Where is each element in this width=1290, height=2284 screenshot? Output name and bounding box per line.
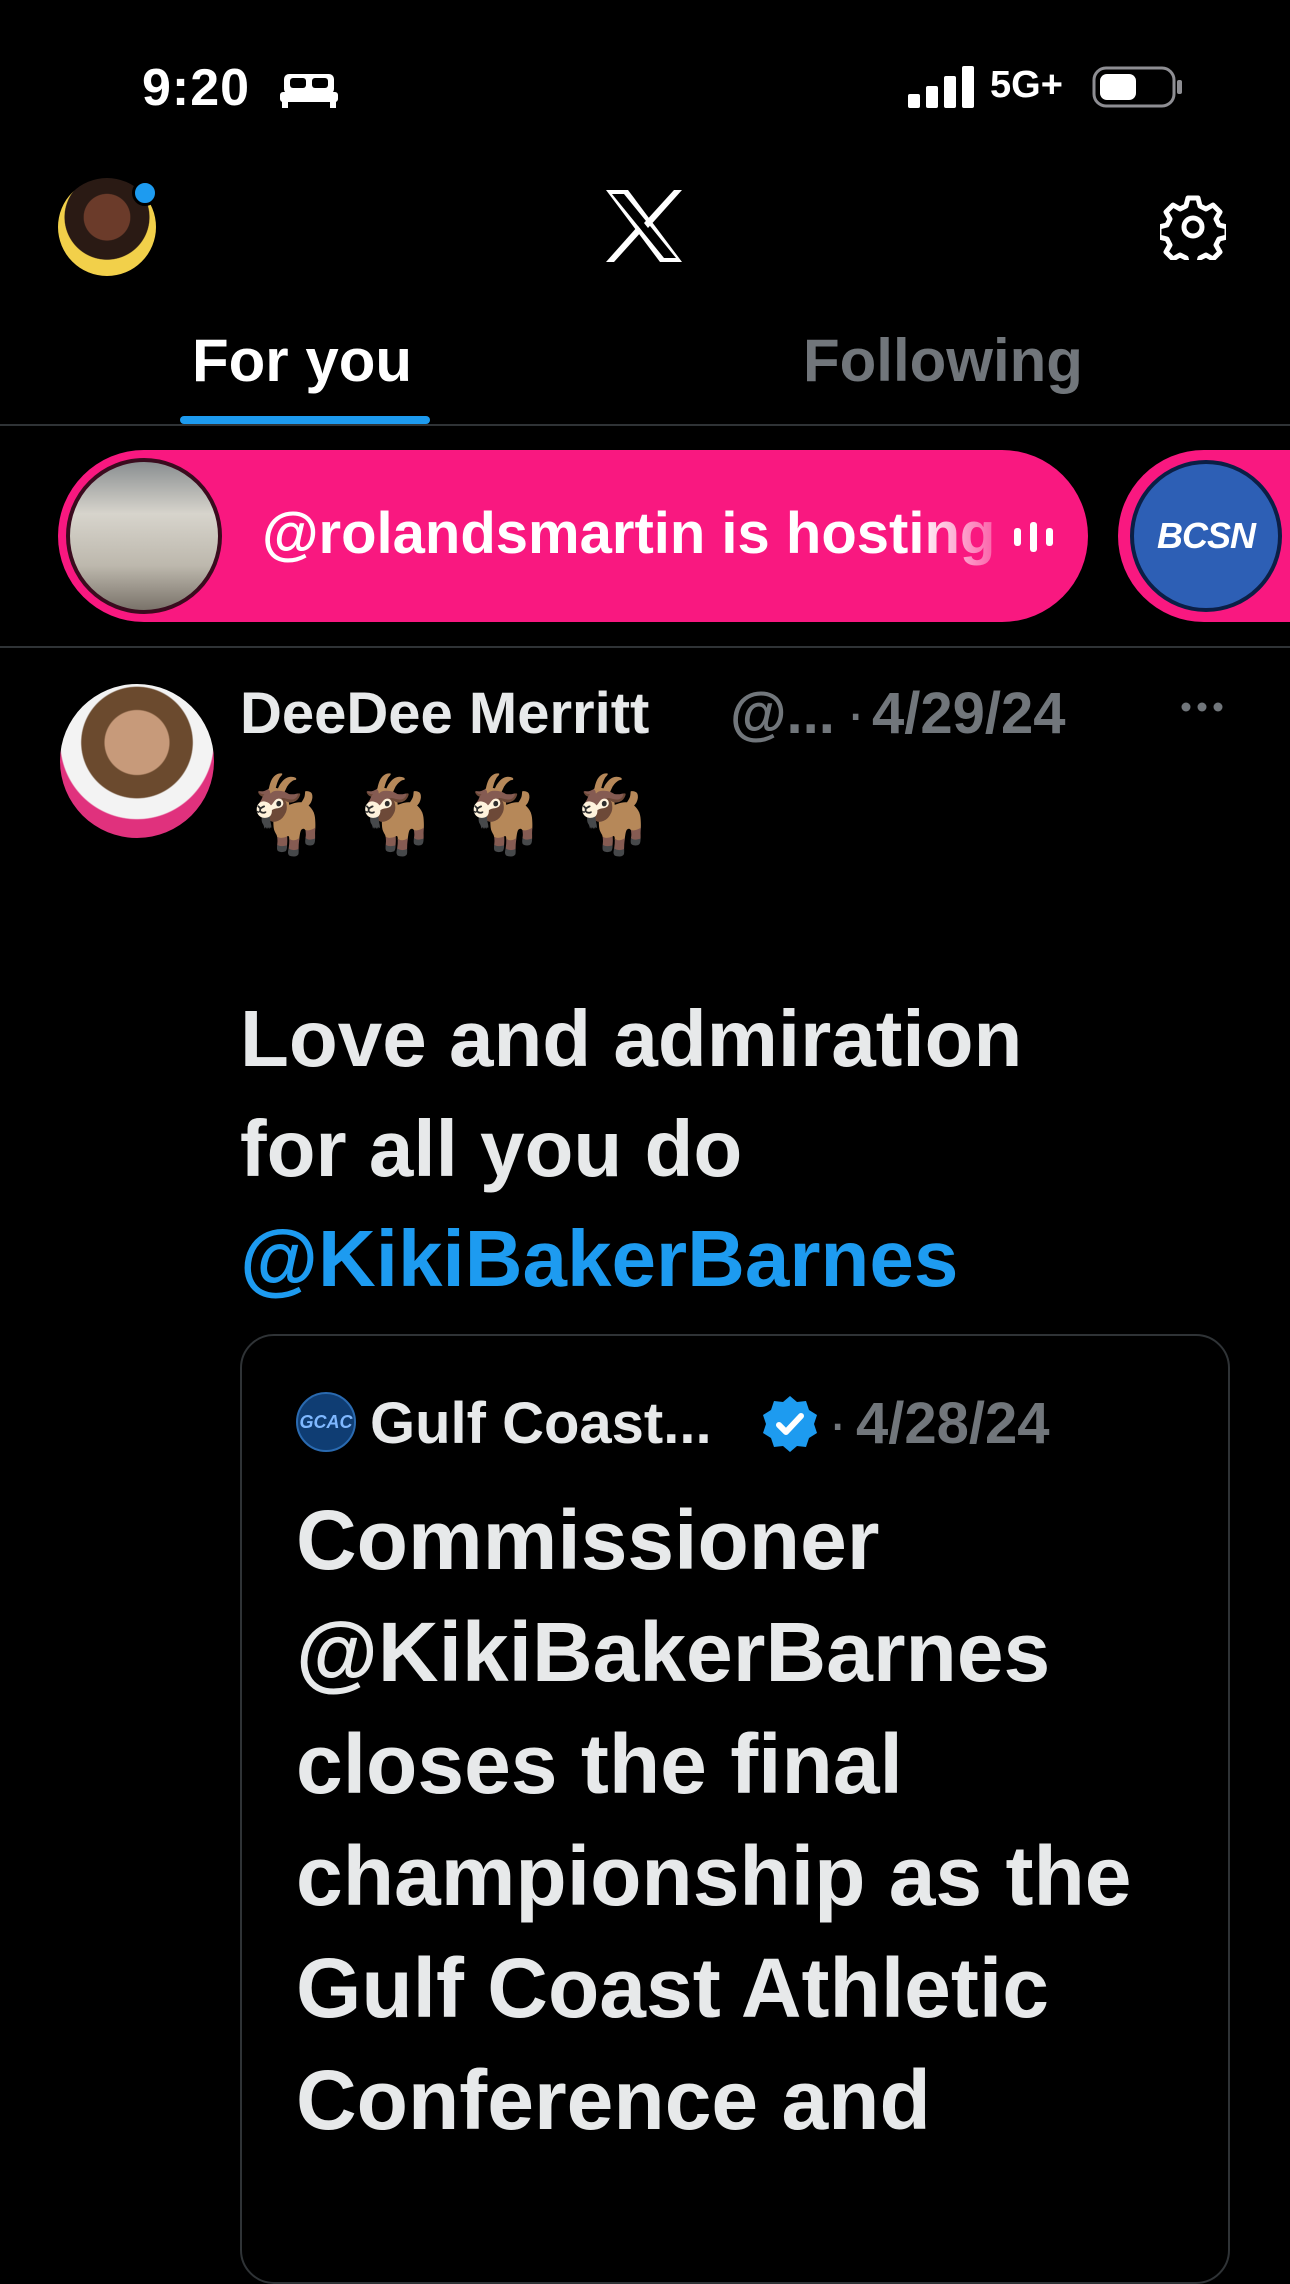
sleep-focus-icon xyxy=(280,74,338,108)
mention-link[interactable]: @KikiBakerBarnes xyxy=(240,1204,1160,1314)
author-avatar[interactable] xyxy=(60,684,214,838)
battery-icon xyxy=(1092,66,1182,108)
author-name[interactable]: DeeDee Merritt xyxy=(240,680,649,747)
bcsn-logo[interactable]: BCSN xyxy=(1130,460,1282,612)
quote-author-name[interactable]: Gulf Coast... xyxy=(370,1390,712,1457)
more-options-icon[interactable] xyxy=(1180,700,1224,714)
quote-date[interactable]: 4/28/24 xyxy=(856,1390,1050,1457)
tweet-emoji: 🐐🐐🐐🐐 xyxy=(240,773,675,858)
tweet-date[interactable]: 4/29/24 xyxy=(872,680,1066,747)
separator-dot: · xyxy=(846,681,866,746)
author-handle[interactable]: @... xyxy=(730,680,835,747)
settings-gear-icon[interactable] xyxy=(1160,194,1226,260)
notification-dot xyxy=(132,180,158,206)
quote-author-avatar[interactable]: GCAC xyxy=(296,1392,356,1452)
separator-dot: · xyxy=(828,1391,848,1456)
status-time: 9:20 xyxy=(142,59,251,117)
verified-badge-icon xyxy=(763,1396,817,1452)
divider xyxy=(0,646,1290,648)
x-logo-icon[interactable] xyxy=(604,188,684,264)
space-host-text: @rolandsmartin is hosting xyxy=(262,501,996,566)
cellular-signal-icon xyxy=(908,66,974,108)
divider xyxy=(0,424,1290,426)
tab-following[interactable]: Following xyxy=(803,326,1083,395)
live-audio-icon xyxy=(1014,522,1053,552)
tweet-text-line: Love and admiration xyxy=(240,994,1023,1083)
tab-for-you[interactable]: For you xyxy=(192,326,412,395)
network-type: 5G+ xyxy=(990,64,1063,106)
quote-text: Commissioner @KikiBakerBarnes closes the… xyxy=(296,1493,1132,2147)
space-host-avatar[interactable] xyxy=(66,458,222,614)
tweet-text: Love and admiration for all you do @Kiki… xyxy=(240,984,1160,1314)
tweet-text-line: for all you do xyxy=(240,1104,743,1193)
active-tab-indicator xyxy=(180,416,430,424)
